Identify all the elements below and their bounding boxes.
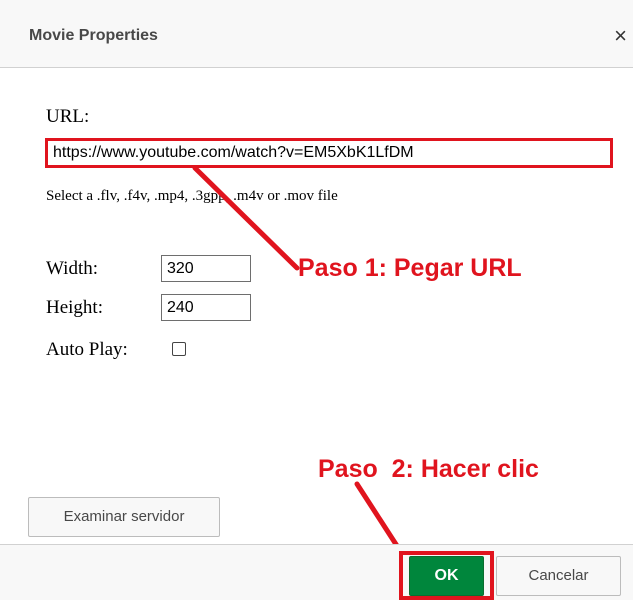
url-label: URL:	[46, 106, 90, 127]
step1-annotation: Paso 1: Pegar URL	[298, 254, 522, 282]
file-type-hint: Select a .flv, .f4v, .mp4, .3gpp, .m4v o…	[46, 188, 338, 204]
dialog-title: Movie Properties	[29, 27, 158, 44]
height-label: Height:	[46, 297, 103, 318]
cancel-button[interactable]: Cancelar	[496, 556, 621, 596]
dialog-titlebar: Movie Properties ×	[0, 0, 633, 68]
url-input[interactable]	[45, 138, 613, 168]
close-icon[interactable]: ×	[614, 25, 627, 47]
step2-annotation: Paso 2: Hacer clic	[318, 455, 539, 483]
browse-server-button[interactable]: Examinar servidor	[28, 497, 220, 537]
width-label: Width:	[46, 258, 99, 279]
width-input[interactable]	[161, 255, 251, 282]
autoplay-label: Auto Play:	[46, 339, 128, 360]
movie-properties-dialog: Movie Properties × URL: Select a .flv, .…	[0, 0, 633, 600]
height-input[interactable]	[161, 294, 251, 321]
step1-arrow-line	[192, 165, 300, 271]
autoplay-checkbox[interactable]	[172, 342, 186, 356]
ok-highlight-box	[399, 551, 494, 600]
